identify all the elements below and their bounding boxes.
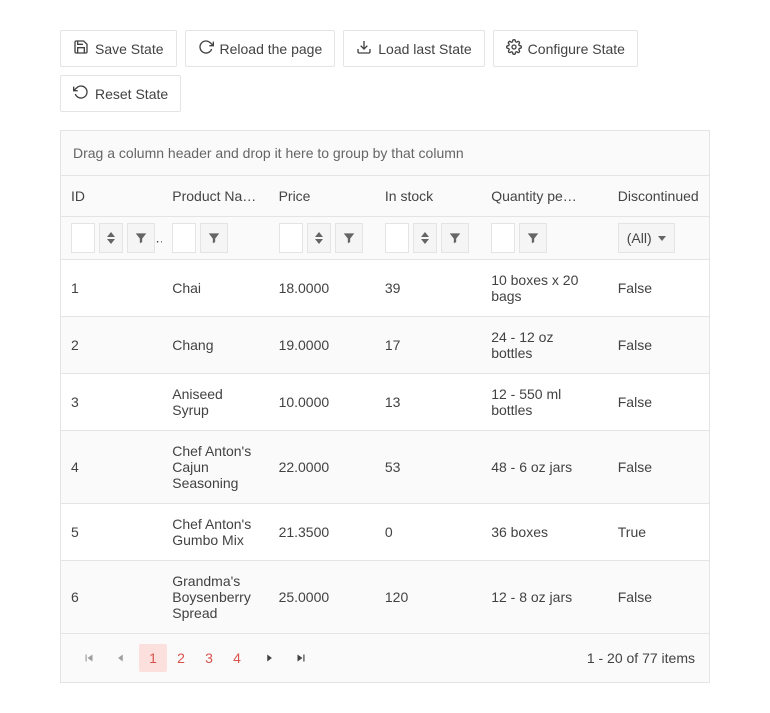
pager-next-button[interactable] bbox=[255, 644, 283, 672]
filter-input-id[interactable] bbox=[71, 223, 95, 253]
table-row[interactable]: 6Grandma's Boysenberry Spread25.00001201… bbox=[61, 561, 709, 634]
table-row[interactable]: 2Chang19.00001724 - 12 oz bottlesFalse bbox=[61, 317, 709, 374]
sort-toggle-id[interactable] bbox=[99, 223, 123, 253]
chevron-down-icon bbox=[658, 236, 666, 241]
pager-controls: 1234 bbox=[75, 644, 315, 672]
column-header-id[interactable]: ID bbox=[61, 176, 162, 217]
page-number-1[interactable]: 1 bbox=[139, 644, 167, 672]
table-row[interactable]: 1Chai18.00003910 boxes x 20 bagsFalse bbox=[61, 260, 709, 317]
cell-qty: 48 - 6 oz jars bbox=[481, 431, 608, 504]
table-row[interactable]: 5Chef Anton's Gumbo Mix21.3500036 boxesT… bbox=[61, 504, 709, 561]
cell-qty: 36 boxes bbox=[481, 504, 608, 561]
filter-input-qty[interactable] bbox=[491, 223, 515, 253]
cell-id: 3 bbox=[61, 374, 162, 431]
reset-state-label: Reset State bbox=[95, 86, 168, 102]
page-number-4[interactable]: 4 bbox=[223, 644, 251, 672]
save-state-button[interactable]: Save State bbox=[60, 30, 177, 67]
cell-disc: True bbox=[608, 504, 709, 561]
filter-row: (All) bbox=[61, 217, 709, 260]
cell-stock: 17 bbox=[375, 317, 481, 374]
filter-button-id[interactable] bbox=[127, 223, 155, 253]
cell-price: 19.0000 bbox=[269, 317, 375, 374]
filter-select-disc-label: (All) bbox=[627, 230, 652, 246]
toolbar: Save State Reload the page Load last Sta… bbox=[60, 30, 710, 112]
sort-toggle-stock[interactable] bbox=[413, 223, 437, 253]
pager: 1234 1 - 20 of 77 items bbox=[61, 634, 709, 682]
cell-name: Chang bbox=[162, 317, 268, 374]
cell-price: 18.0000 bbox=[269, 260, 375, 317]
cell-qty: 24 - 12 oz bottles bbox=[481, 317, 608, 374]
cell-price: 22.0000 bbox=[269, 431, 375, 504]
pager-prev-button[interactable] bbox=[107, 644, 135, 672]
pager-info: 1 - 20 of 77 items bbox=[587, 650, 695, 666]
header-row: ID Product Na… Price In stock Quantity p… bbox=[61, 176, 709, 217]
load-last-state-button[interactable]: Load last State bbox=[343, 30, 484, 67]
save-icon bbox=[73, 39, 89, 58]
reload-page-label: Reload the page bbox=[220, 41, 323, 57]
cell-stock: 53 bbox=[375, 431, 481, 504]
cell-id: 4 bbox=[61, 431, 162, 504]
configure-state-label: Configure State bbox=[528, 41, 625, 57]
pager-last-button[interactable] bbox=[287, 644, 315, 672]
reload-page-button[interactable]: Reload the page bbox=[185, 30, 336, 67]
filter-button-name[interactable] bbox=[200, 223, 228, 253]
cell-stock: 120 bbox=[375, 561, 481, 634]
cell-stock: 39 bbox=[375, 260, 481, 317]
reset-state-button[interactable]: Reset State bbox=[60, 75, 181, 112]
table-row[interactable]: 3Aniseed Syrup10.00001312 - 550 ml bottl… bbox=[61, 374, 709, 431]
page-number-2[interactable]: 2 bbox=[167, 644, 195, 672]
filter-button-stock[interactable] bbox=[441, 223, 469, 253]
load-last-state-label: Load last State bbox=[378, 41, 471, 57]
gear-icon bbox=[506, 39, 522, 58]
cell-id: 1 bbox=[61, 260, 162, 317]
cell-name: Aniseed Syrup bbox=[162, 374, 268, 431]
table-row[interactable]: 4Chef Anton's Cajun Seasoning22.00005348… bbox=[61, 431, 709, 504]
configure-state-button[interactable]: Configure State bbox=[493, 30, 638, 67]
filter-input-stock[interactable] bbox=[385, 223, 409, 253]
reset-icon bbox=[73, 84, 89, 103]
cell-stock: 13 bbox=[375, 374, 481, 431]
cell-qty: 12 - 550 ml bottles bbox=[481, 374, 608, 431]
grid-table: ID Product Na… Price In stock Quantity p… bbox=[61, 176, 709, 634]
cell-name: Grandma's Boysenberry Spread bbox=[162, 561, 268, 634]
page-number-3[interactable]: 3 bbox=[195, 644, 223, 672]
filter-select-disc[interactable]: (All) bbox=[618, 223, 675, 253]
column-header-price[interactable]: Price bbox=[269, 176, 375, 217]
cell-disc: False bbox=[608, 317, 709, 374]
cell-id: 2 bbox=[61, 317, 162, 374]
cell-name: Chef Anton's Gumbo Mix bbox=[162, 504, 268, 561]
filter-input-name[interactable] bbox=[172, 223, 196, 253]
cell-name: Chef Anton's Cajun Seasoning bbox=[162, 431, 268, 504]
pager-first-button[interactable] bbox=[75, 644, 103, 672]
save-state-label: Save State bbox=[95, 41, 164, 57]
download-icon bbox=[356, 39, 372, 58]
cell-disc: False bbox=[608, 561, 709, 634]
cell-qty: 10 boxes x 20 bags bbox=[481, 260, 608, 317]
column-header-qty[interactable]: Quantity pe… bbox=[481, 176, 608, 217]
reload-icon bbox=[198, 39, 214, 58]
filter-button-price[interactable] bbox=[335, 223, 363, 253]
cell-price: 21.3500 bbox=[269, 504, 375, 561]
cell-price: 25.0000 bbox=[269, 561, 375, 634]
column-header-name[interactable]: Product Na… bbox=[162, 176, 268, 217]
cell-price: 10.0000 bbox=[269, 374, 375, 431]
filter-input-price[interactable] bbox=[279, 223, 303, 253]
column-header-stock[interactable]: In stock bbox=[375, 176, 481, 217]
cell-id: 5 bbox=[61, 504, 162, 561]
cell-qty: 12 - 8 oz jars bbox=[481, 561, 608, 634]
data-grid: Drag a column header and drop it here to… bbox=[60, 130, 710, 683]
filter-button-qty[interactable] bbox=[519, 223, 547, 253]
column-header-disc[interactable]: Discontinued bbox=[608, 176, 709, 217]
group-panel[interactable]: Drag a column header and drop it here to… bbox=[61, 131, 709, 176]
cell-disc: False bbox=[608, 431, 709, 504]
sort-toggle-price[interactable] bbox=[307, 223, 331, 253]
cell-name: Chai bbox=[162, 260, 268, 317]
cell-disc: False bbox=[608, 260, 709, 317]
cell-id: 6 bbox=[61, 561, 162, 634]
cell-disc: False bbox=[608, 374, 709, 431]
cell-stock: 0 bbox=[375, 504, 481, 561]
